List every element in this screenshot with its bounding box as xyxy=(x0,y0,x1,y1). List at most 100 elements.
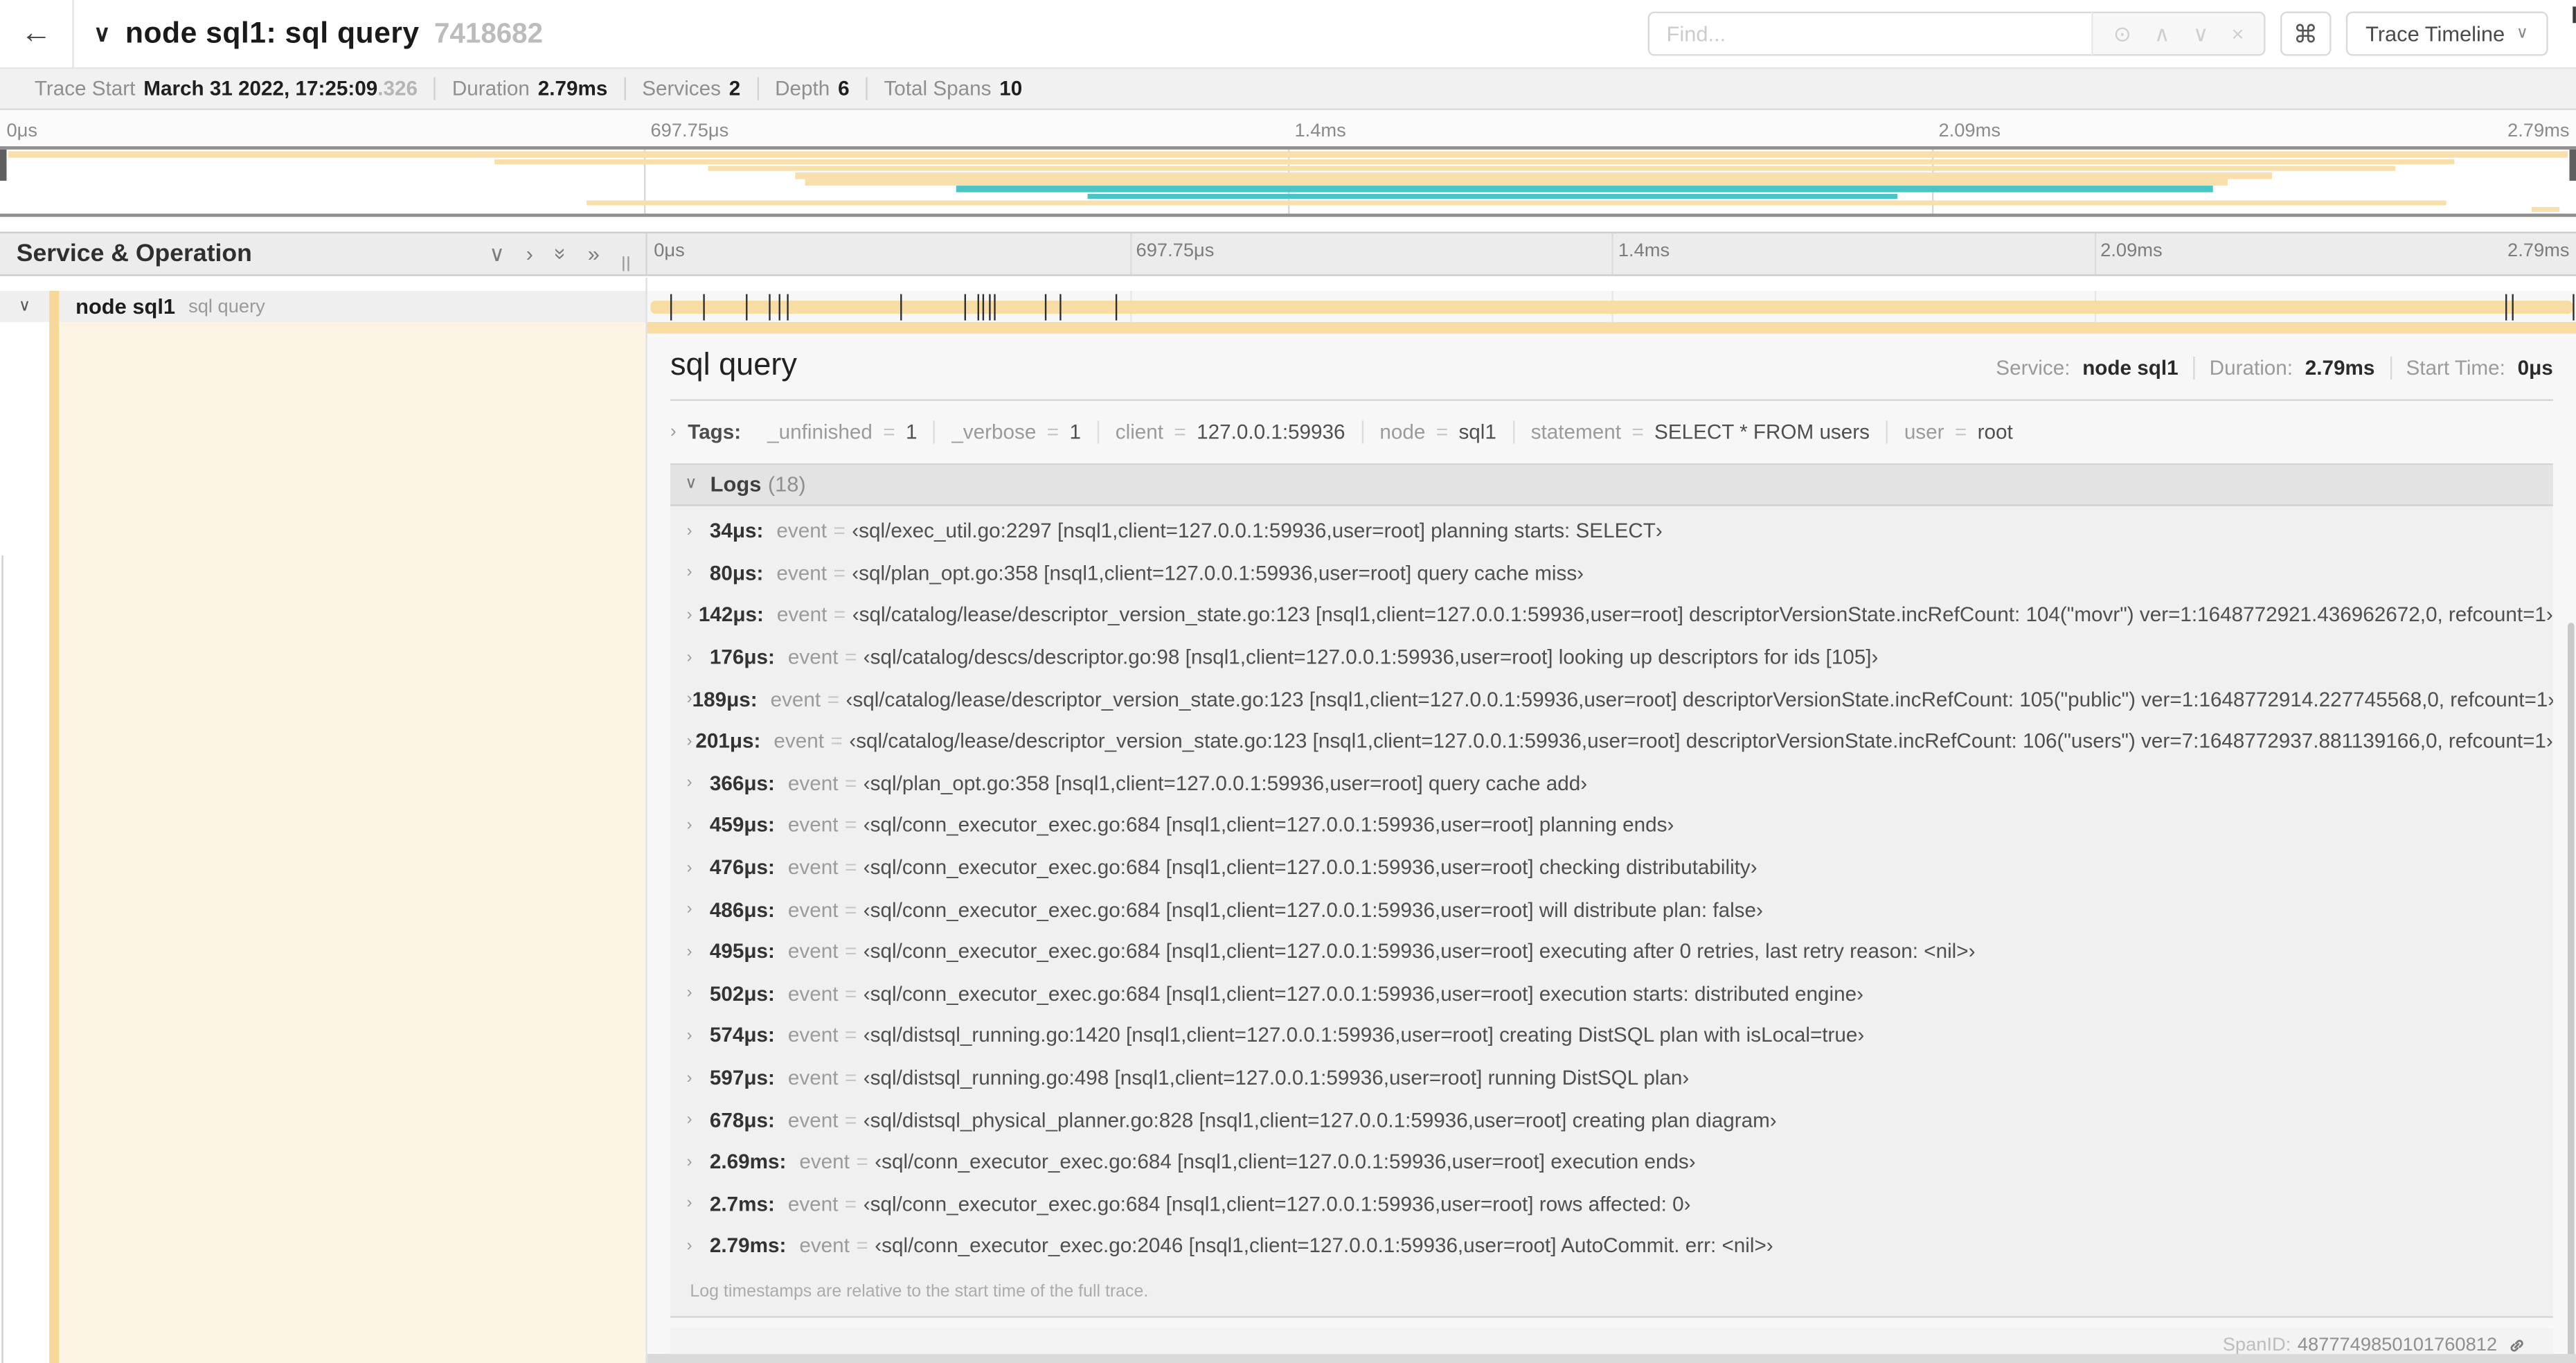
tag-value: SELECT * FROM users xyxy=(1654,420,1870,443)
log-equals: = xyxy=(844,856,857,880)
span-row-name-cell[interactable]: ∨ node sql1 sql query xyxy=(0,290,646,322)
log-row[interactable]: › 142μs: event = ‹sql/catalog/lease/desc… xyxy=(687,594,2553,636)
log-toggle-icon[interactable]: › xyxy=(687,774,710,792)
log-equals: = xyxy=(844,982,857,1006)
log-toggle-icon[interactable]: › xyxy=(687,900,710,918)
collapse-one-icon[interactable]: ∨ xyxy=(489,243,505,265)
log-row[interactable]: › 34μs: event = ‹sql/exec_util.go:2297 [… xyxy=(687,510,2553,553)
log-key: event xyxy=(787,1066,839,1089)
log-timestamp: 80μs: xyxy=(709,562,764,585)
tag-value: 127.0.0.1:59936 xyxy=(1197,420,1345,443)
timeline-ruler-tick: 697.75μs xyxy=(1136,241,1215,262)
log-toggle-icon[interactable]: › xyxy=(687,859,710,877)
trace-collapse-icon[interactable]: ∨ xyxy=(93,19,110,47)
collapse-all-icon[interactable]: » xyxy=(548,248,573,260)
log-timestamp: 486μs: xyxy=(709,898,775,922)
clear-search-icon[interactable]: × xyxy=(2231,23,2244,44)
log-toggle-icon[interactable]: › xyxy=(687,733,696,751)
timeline-header: Service & Operation ∨ › » » 0μs 697.75μs 1… xyxy=(0,231,2576,276)
summary-item: Start Time: 0μs xyxy=(2389,355,2553,379)
logs-toggle-icon[interactable]: ∨ xyxy=(685,475,697,493)
log-toggle-icon[interactable]: › xyxy=(687,1237,710,1255)
log-row[interactable]: › 201μs: event = ‹sql/catalog/lease/desc… xyxy=(687,720,2553,763)
minimap-drag-handle-left[interactable] xyxy=(0,149,7,181)
tag-item: _verbose = 1 xyxy=(933,420,1097,443)
log-toggle-icon[interactable]: › xyxy=(687,522,710,540)
next-match-icon[interactable]: ∨ xyxy=(2193,23,2209,44)
tags-row[interactable]: › Tags: _unfinished = 1 _verbose = 1 cli… xyxy=(670,413,2553,449)
log-toggle-icon[interactable]: › xyxy=(687,943,710,961)
logs-header[interactable]: ∨ Logs (18) xyxy=(670,464,2553,506)
log-marker-tick xyxy=(703,293,705,320)
log-value: ‹sql/conn_executor_exec.go:684 [nsql1,cl… xyxy=(863,856,1757,880)
summary-value: 2.79ms xyxy=(2305,355,2375,379)
log-row[interactable]: › 366μs: event = ‹sql/plan_opt.go:358 [n… xyxy=(687,763,2553,805)
minimap-span-bar xyxy=(1087,193,1897,199)
log-key: event xyxy=(770,688,821,711)
tag-key: _unfinished xyxy=(767,420,873,443)
log-toggle-icon[interactable]: › xyxy=(687,985,710,1003)
log-row[interactable]: › 678μs: event = ‹sql/distsql_physical_p… xyxy=(687,1099,2553,1141)
expand-all-icon[interactable]: » xyxy=(588,243,600,265)
log-key: event xyxy=(776,519,827,543)
detail-divider xyxy=(670,398,2553,400)
log-row[interactable]: › 574μs: event = ‹sql/distsql_running.go… xyxy=(687,1015,2553,1057)
log-toggle-icon[interactable]: › xyxy=(687,1027,710,1045)
span-row-bar-cell[interactable] xyxy=(647,290,2576,322)
log-row[interactable]: › 2.7ms: event = ‹sql/conn_executor_exec… xyxy=(687,1183,2553,1225)
log-row[interactable]: › 189μs: event = ‹sql/catalog/lease/desc… xyxy=(687,679,2553,721)
tag-key: client xyxy=(1115,420,1164,443)
log-row[interactable]: › 495μs: event = ‹sql/conn_executor_exec… xyxy=(687,931,2553,973)
tag-key: user xyxy=(1904,420,1944,443)
log-row[interactable]: › 486μs: event = ‹sql/conn_executor_exec… xyxy=(687,889,2553,931)
log-toggle-icon[interactable]: › xyxy=(687,691,692,709)
log-toggle-icon[interactable]: › xyxy=(687,1153,710,1171)
log-row[interactable]: › 476μs: event = ‹sql/conn_executor_exec… xyxy=(687,846,2553,889)
vertical-scrollbar[interactable] xyxy=(2568,623,2575,1363)
log-toggle-icon[interactable]: › xyxy=(687,1111,710,1129)
locate-icon[interactable]: ⊙ xyxy=(2113,23,2131,44)
trace-minimap[interactable] xyxy=(0,146,2576,217)
prev-match-icon[interactable]: ∧ xyxy=(2154,23,2170,44)
log-equals: = xyxy=(844,772,857,795)
logs-section: ∨ Logs (18) › 34μs: event = ‹sql/exec_ut… xyxy=(670,462,2553,1319)
log-value: ‹sql/catalog/lease/descriptor_version_st… xyxy=(849,729,2553,754)
log-toggle-icon[interactable]: › xyxy=(687,648,710,666)
minimap-drag-handle-right[interactable] xyxy=(2569,149,2576,181)
keyboard-shortcuts-button[interactable]: ⌘ xyxy=(2280,11,2332,56)
log-equals: = xyxy=(833,562,846,585)
log-toggle-icon[interactable]: › xyxy=(687,1069,710,1087)
minimap-span-row xyxy=(3,151,2573,158)
log-toggle-icon[interactable]: › xyxy=(687,817,710,835)
log-toggle-icon[interactable]: › xyxy=(687,564,710,582)
operation-name: sql query xyxy=(188,296,265,317)
expand-one-icon[interactable]: › xyxy=(526,243,533,265)
search-input[interactable] xyxy=(1648,11,2092,56)
log-row[interactable]: › 176μs: event = ‹sql/catalog/descs/desc… xyxy=(687,636,2553,679)
log-row[interactable]: › 597μs: event = ‹sql/distsql_running.go… xyxy=(687,1057,2553,1099)
log-value: ‹sql/conn_executor_exec.go:2046 [nsql1,c… xyxy=(875,1234,1773,1258)
log-row[interactable]: › 2.79ms: event = ‹sql/conn_executor_exe… xyxy=(687,1225,2553,1267)
service-operation-title: Service & Operation xyxy=(16,240,252,268)
log-row[interactable]: › 502μs: event = ‹sql/conn_executor_exec… xyxy=(687,973,2553,1015)
log-timestamp: 2.79ms: xyxy=(709,1234,787,1258)
column-resize-grip[interactable] xyxy=(623,256,629,271)
log-row[interactable]: › 2.69ms: event = ‹sql/conn_executor_exe… xyxy=(687,1141,2553,1183)
view-selector-button[interactable]: Trace Timeline ∨ xyxy=(2345,11,2548,56)
back-button[interactable]: ← xyxy=(0,0,74,68)
log-toggle-icon[interactable]: › xyxy=(687,1195,710,1213)
log-toggle-icon[interactable]: › xyxy=(687,606,699,624)
timeline-right-column: sql query Service: node sql1 Duration: 2… xyxy=(647,277,2576,1363)
link-icon[interactable] xyxy=(2507,1336,2526,1355)
log-value: ‹sql/plan_opt.go:358 [nsql1,client=127.0… xyxy=(852,562,1584,585)
tags-toggle-icon[interactable]: › xyxy=(670,422,677,441)
span-collapse-icon[interactable]: ∨ xyxy=(0,297,49,315)
span-duration-bar[interactable] xyxy=(651,299,2573,313)
timeline-ruler-tick: 2.09ms xyxy=(2100,241,2163,262)
ruler-tick-label: 2.79ms xyxy=(2507,121,2570,142)
log-row[interactable]: › 80μs: event = ‹sql/plan_opt.go:358 [ns… xyxy=(687,552,2553,594)
log-key: event xyxy=(787,772,839,795)
log-row[interactable]: › 459μs: event = ‹sql/conn_executor_exec… xyxy=(687,805,2553,847)
ruler-tick-label: 697.75μs xyxy=(650,121,729,142)
log-timestamp: 597μs: xyxy=(709,1066,775,1089)
